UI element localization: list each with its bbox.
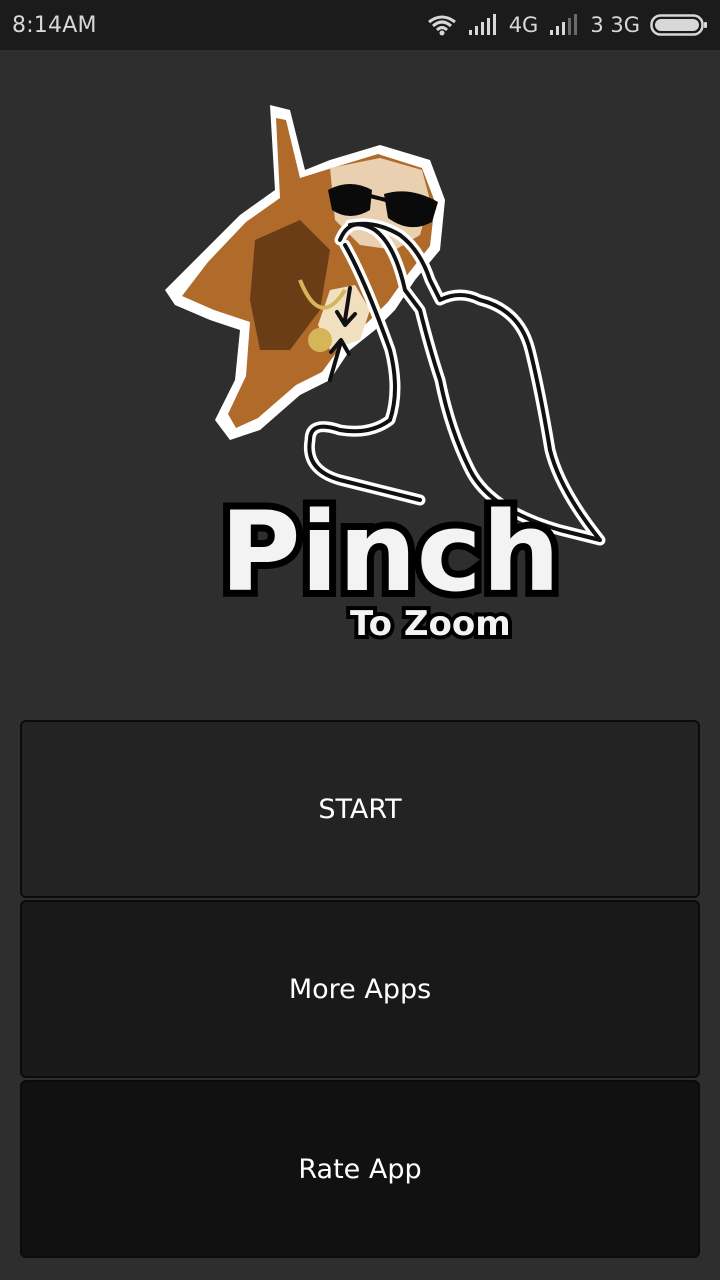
more-apps-button[interactable]: More Apps	[20, 900, 700, 1078]
logo-title: Pinch	[220, 488, 560, 616]
status-bar: 8:14AM 4G 3 3G	[0, 0, 720, 50]
menu-buttons: START More Apps Rate App	[20, 720, 700, 1260]
status-time: 8:14AM	[12, 12, 97, 38]
rate-app-button[interactable]: Rate App	[20, 1080, 700, 1258]
network-label-4g: 4G	[508, 13, 539, 37]
more-apps-button-label: More Apps	[288, 973, 432, 1005]
battery-icon	[650, 13, 708, 37]
start-button[interactable]: START	[20, 720, 700, 898]
start-button-label: START	[318, 793, 402, 825]
dog-pinch-illustration: Pinch Pinch To Zoom To Zoom	[165, 105, 606, 648]
signal-icon-2	[548, 14, 580, 36]
status-icons: 4G 3 3G	[427, 13, 708, 37]
signal-icon	[467, 14, 499, 36]
app-logo: Pinch Pinch To Zoom To Zoom	[0, 50, 720, 710]
wifi-icon	[427, 14, 457, 36]
rate-app-button-label: Rate App	[298, 1153, 422, 1185]
network-label-3g: 3 3G	[590, 13, 640, 37]
logo-text: Pinch Pinch To Zoom To Zoom	[213, 481, 567, 648]
logo-subtitle: To Zoom	[350, 604, 511, 644]
